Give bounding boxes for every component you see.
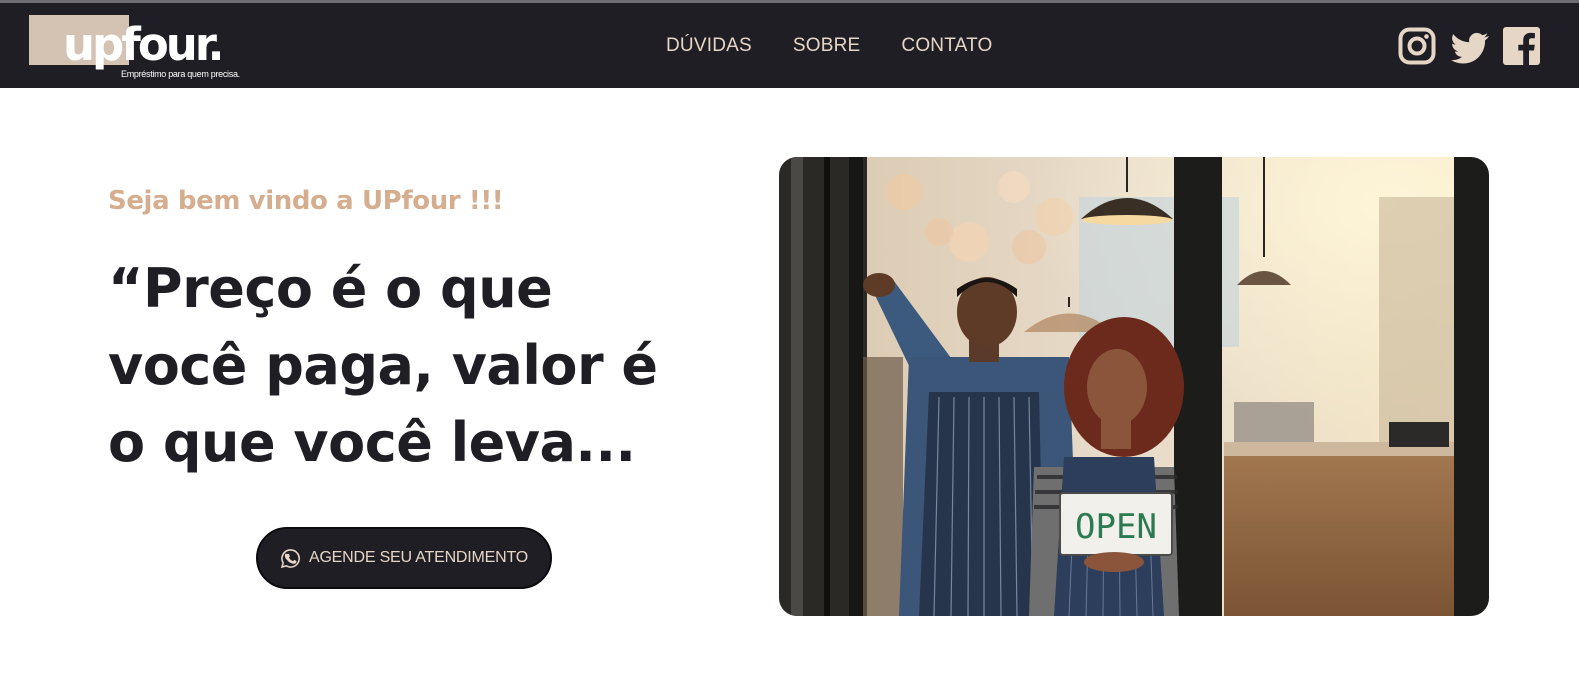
brand-logo[interactable]: upfour. Empréstimo para quem precisa. bbox=[29, 15, 244, 81]
hero-photo: OPEN bbox=[779, 157, 1489, 616]
main-nav: DÚVIDAS SOBRE CONTATO bbox=[666, 33, 993, 59]
logo-wordmark: upfour. bbox=[63, 18, 225, 71]
facebook-icon[interactable] bbox=[1503, 27, 1540, 65]
open-sign-text: OPEN bbox=[1075, 507, 1157, 547]
welcome-heading: Seja bem vindo a UPfour !!! bbox=[108, 186, 504, 216]
cta-label: AGENDE SEU ATENDIMENTO bbox=[308, 549, 529, 566]
whatsapp-icon bbox=[280, 548, 300, 568]
twitter-icon[interactable] bbox=[1451, 29, 1489, 67]
nav-link-duvidas[interactable]: DÚVIDAS bbox=[666, 33, 752, 59]
logo-tagline: Empréstimo para quem precisa. bbox=[121, 69, 240, 79]
nav-link-sobre[interactable]: SOBRE bbox=[793, 33, 861, 59]
nav-link-contato[interactable]: CONTATO bbox=[901, 33, 992, 59]
schedule-appointment-button[interactable]: AGENDE SEU ATENDIMENTO bbox=[256, 527, 552, 589]
instagram-icon[interactable] bbox=[1398, 27, 1436, 65]
hero-quote: “Preço é o que você paga, valor é o que … bbox=[108, 257, 658, 474]
site-header: upfour. Empréstimo para quem precisa. DÚ… bbox=[0, 3, 1579, 88]
